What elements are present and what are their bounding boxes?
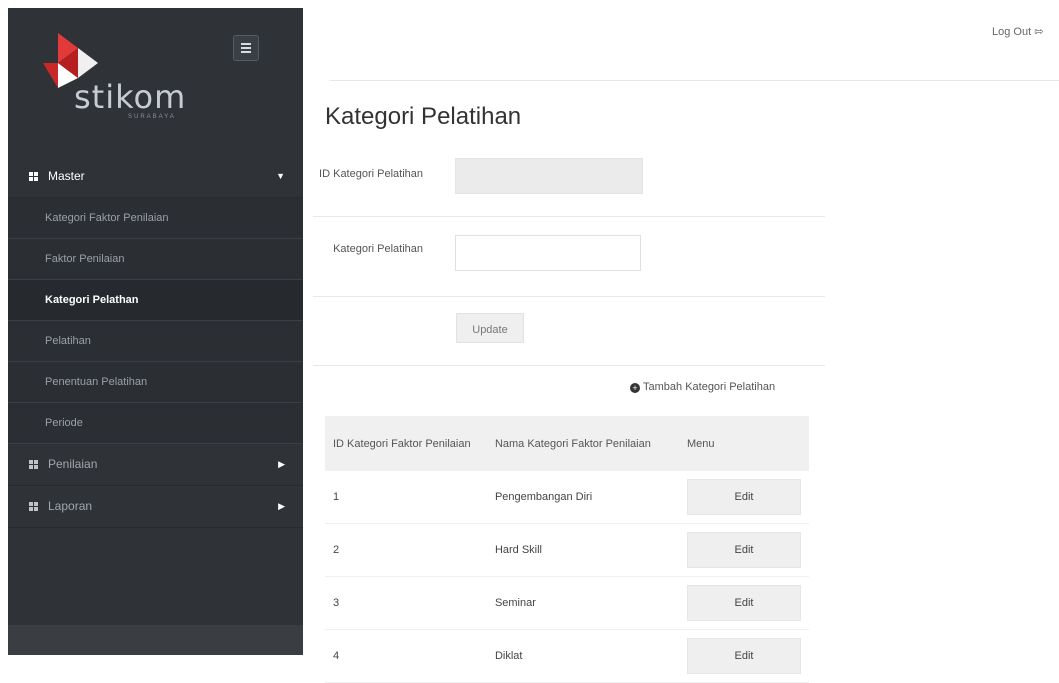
- table-row: 1 Pengembangan Diri Edit: [325, 471, 809, 524]
- edit-button[interactable]: Edit: [687, 479, 801, 515]
- table-header-row: ID Kategori Faktor Penilaian Nama Katego…: [325, 416, 809, 471]
- logout-icon: ⇰: [1034, 26, 1044, 38]
- form-row-actions: Update: [313, 297, 825, 366]
- sidebar-item-penentuan-pelatihan[interactable]: Penentuan Pelatihan: [8, 362, 303, 403]
- cell-name: Hard Skill: [486, 523, 679, 577]
- grid-icon: [29, 502, 38, 511]
- cell-id: 1: [325, 471, 487, 524]
- sidebar-item-periode[interactable]: Periode: [8, 403, 303, 444]
- kategori-pelatihan-input[interactable]: [455, 235, 641, 271]
- id-kategori-label: ID Kategori Pelatihan: [319, 168, 423, 180]
- sidebar-item-kategori-faktor-penilaian[interactable]: Kategori Faktor Penilaian: [8, 198, 303, 239]
- sidebar-item-pelatihan[interactable]: Pelatihan: [8, 321, 303, 362]
- kategori-table: ID Kategori Faktor Penilaian Nama Katego…: [325, 416, 809, 683]
- cell-id: 3: [325, 576, 487, 630]
- edit-button[interactable]: Edit: [687, 638, 801, 674]
- logout-link[interactable]: Log Out ⇰: [992, 25, 1043, 38]
- edit-button[interactable]: Edit: [687, 532, 801, 568]
- chevron-right-icon: ▶: [278, 459, 285, 469]
- column-header-menu: Menu: [679, 416, 809, 471]
- sidebar-menu: Master ▼ Kategori Faktor Penilaian Fakto…: [8, 156, 303, 528]
- chevron-down-icon: ▼: [276, 171, 285, 181]
- menu-group-label: Master: [48, 169, 85, 183]
- add-kategori-label: Tambah Kategori Pelatihan: [643, 381, 776, 393]
- column-header-id: ID Kategori Faktor Penilaian: [325, 416, 487, 471]
- menu-toggle-button[interactable]: [233, 35, 259, 61]
- column-header-name: Nama Kategori Faktor Penilaian: [486, 416, 679, 471]
- menu-group-laporan[interactable]: Laporan ▶: [8, 486, 303, 528]
- table-row: 3 Seminar Edit: [325, 576, 809, 630]
- form-row-id: ID Kategori Pelatihan: [313, 150, 825, 217]
- sidebar-item-faktor-penilaian[interactable]: Faktor Penilaian: [8, 239, 303, 280]
- logo-text: stikom: [74, 78, 187, 116]
- logo: stikom SURABAYA: [8, 8, 303, 138]
- menu-group-label: Laporan: [48, 499, 93, 513]
- cell-name: Seminar: [486, 576, 679, 630]
- cell-name: Diklat: [486, 629, 679, 683]
- header-divider: [330, 80, 1059, 81]
- sidebar-footer: [8, 625, 303, 655]
- sidebar-item-kategori-pelatihan[interactable]: Kategori Pelathan: [8, 280, 303, 321]
- menu-group-master[interactable]: Master ▼: [8, 156, 303, 198]
- cell-id: 4: [325, 629, 487, 683]
- table-row: 4 Diklat Edit: [325, 629, 809, 683]
- grid-icon: [29, 172, 38, 181]
- page-title: Kategori Pelatihan: [325, 103, 522, 130]
- menu-group-label: Penilaian: [48, 457, 98, 471]
- id-kategori-input: [455, 158, 643, 194]
- edit-button[interactable]: Edit: [687, 585, 801, 621]
- menu-group-penilaian[interactable]: Penilaian ▶: [8, 444, 303, 486]
- submenu-master: Kategori Faktor Penilaian Faktor Penilai…: [8, 198, 303, 444]
- hamburger-icon: [241, 43, 251, 45]
- sidebar: stikom SURABAYA Master ▼ Kategori Faktor…: [8, 8, 303, 655]
- chevron-right-icon: ▶: [278, 501, 285, 511]
- form-row-name: Kategori Pelatihan: [313, 217, 825, 297]
- grid-icon: [29, 460, 38, 469]
- cell-id: 2: [325, 523, 487, 577]
- plus-circle-icon: +: [630, 383, 640, 393]
- logo-subtitle: SURABAYA: [128, 114, 176, 120]
- add-kategori-link[interactable]: + Tambah Kategori Pelatihan: [630, 381, 775, 393]
- table-row: 2 Hard Skill Edit: [325, 523, 809, 577]
- kategori-pelatihan-label: Kategori Pelatihan: [333, 243, 423, 255]
- cell-name: Pengembangan Diri: [486, 471, 679, 524]
- update-button[interactable]: Update: [456, 313, 524, 343]
- logout-label: Log Out: [992, 26, 1032, 38]
